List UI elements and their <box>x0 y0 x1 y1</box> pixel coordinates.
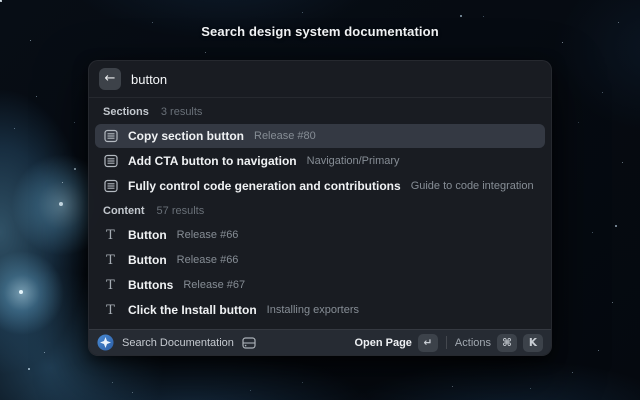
group-label: Sections <box>103 106 149 118</box>
results-list: Sections 3 results Copy section button R… <box>89 98 551 355</box>
result-row[interactable]: Copy section button Release #80 <box>95 124 545 148</box>
result-subtitle: Release #80 <box>254 130 316 142</box>
actions-button[interactable]: Actions ⌘ K <box>455 334 543 352</box>
result-title: Click the Install button <box>128 303 257 317</box>
search-input[interactable] <box>131 72 541 87</box>
group-header-content: Content 57 results <box>95 199 545 223</box>
window-icon <box>242 337 256 349</box>
result-title: Add CTA button to navigation <box>128 154 297 168</box>
text-icon: T <box>103 229 118 242</box>
enter-key-icon: ↵ <box>418 334 438 352</box>
actions-label: Actions <box>455 337 491 349</box>
result-subtitle: Installing exporters <box>267 304 359 316</box>
result-row[interactable]: T Buttons Release #67 <box>95 273 545 297</box>
result-subtitle: Navigation/Primary <box>307 155 400 167</box>
group-header-sections: Sections 3 results <box>95 100 545 124</box>
command-key-icon: ⌘ <box>497 334 517 352</box>
footer-actions: Open Page ↵ Actions ⌘ K <box>354 334 543 352</box>
open-page-label: Open Page <box>354 337 411 349</box>
result-row[interactable]: Add CTA button to navigation Navigation/… <box>95 149 545 173</box>
result-row[interactable]: Fully control code generation and contri… <box>95 174 545 198</box>
result-title: Fully control code generation and contri… <box>128 179 401 193</box>
result-row[interactable]: T Button Release #66 <box>95 223 545 247</box>
back-arrow-icon: ← <box>105 68 116 90</box>
result-subtitle: Release #67 <box>183 279 245 291</box>
section-icon <box>103 129 118 143</box>
open-page-button[interactable]: Open Page ↵ <box>354 334 437 352</box>
result-row[interactable]: T Button Release #66 <box>95 248 545 272</box>
search-modal: ← Sections 3 results Copy section button… <box>88 60 552 356</box>
text-icon: T <box>103 304 118 317</box>
text-icon: T <box>103 279 118 292</box>
search-bar: ← <box>89 61 551 98</box>
back-button[interactable]: ← <box>99 68 121 90</box>
k-key-icon: K <box>523 334 543 352</box>
group-count: 3 results <box>161 106 203 118</box>
result-title: Button <box>128 253 167 267</box>
result-subtitle: Release #66 <box>177 229 239 241</box>
section-icon <box>103 179 118 193</box>
result-subtitle: Release #66 <box>177 254 239 266</box>
footer-divider <box>446 336 447 349</box>
modal-footer: Search Documentation Open Page ↵ Actions… <box>89 329 551 355</box>
result-title: Button <box>128 228 167 242</box>
supernova-logo-icon <box>97 334 114 351</box>
group-count: 57 results <box>157 205 205 217</box>
result-subtitle: Guide to code integration <box>411 180 534 192</box>
footer-brand: Search Documentation <box>97 334 354 351</box>
page-title: Search design system documentation <box>0 24 640 39</box>
text-icon: T <box>103 254 118 267</box>
result-row[interactable]: T Click the Install button Installing ex… <box>95 298 545 322</box>
result-title: Copy section button <box>128 129 244 143</box>
section-icon <box>103 154 118 168</box>
group-label: Content <box>103 205 145 217</box>
starfield-glow <box>0 0 2 2</box>
brand-label: Search Documentation <box>122 337 234 349</box>
result-title: Buttons <box>128 278 173 292</box>
